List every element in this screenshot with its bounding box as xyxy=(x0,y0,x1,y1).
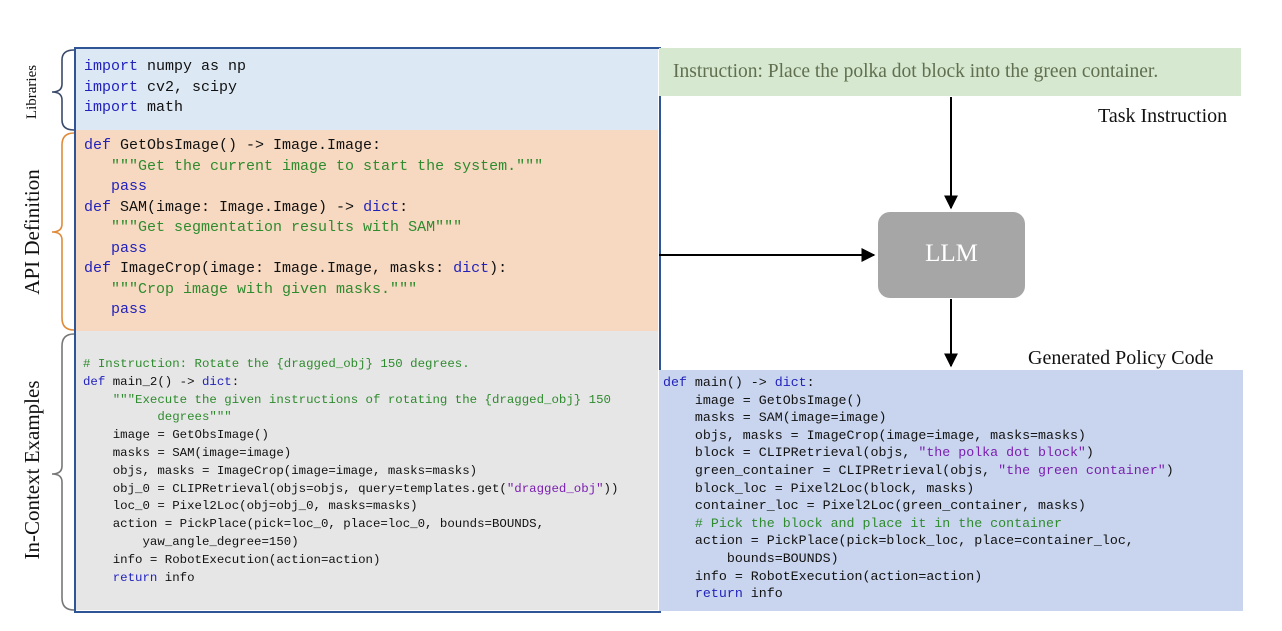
prompt-frame xyxy=(74,47,661,613)
code-token: info xyxy=(742,586,783,602)
code-line: # Pick the block and place it in the con… xyxy=(663,515,1174,533)
generated-policy-code: def main() -> dict: image = GetObsImage(… xyxy=(663,374,1174,603)
code-token: ) xyxy=(1165,462,1174,478)
code-line: block = CLIPRetrieval(objs, "the polka d… xyxy=(663,444,1174,462)
code-token: main() -> xyxy=(686,375,775,390)
code-token: dict xyxy=(774,375,807,390)
code-line: def main() -> dict: xyxy=(663,374,1174,392)
code-token: "the green container" xyxy=(998,462,1166,478)
libraries-brace xyxy=(51,49,75,131)
task-instruction-label: Task Instruction xyxy=(1098,105,1228,127)
code-line: objs, masks = ImageCrop(image=image, mas… xyxy=(663,427,1174,445)
in-context-examples-label: In-Context Examples xyxy=(20,380,44,560)
code-token: green_container = CLIPRetrieval(objs, xyxy=(663,462,999,478)
code-line: action = PickPlace(pick=block_loc, place… xyxy=(663,532,1174,550)
libraries-label: Libraries xyxy=(24,64,40,120)
code-line: block_loc = Pixel2Loc(block, masks) xyxy=(663,480,1174,498)
llm-label: LLM xyxy=(925,240,978,267)
api-brace xyxy=(51,132,75,331)
code-line: image = GetObsImage() xyxy=(663,392,1174,410)
code-token: action = PickPlace(pick=block_loc, place… xyxy=(663,533,1134,549)
instruction-bar: Instruction: Place the polka dot block i… xyxy=(659,48,1241,96)
code-line: green_container = CLIPRetrieval(objs, "t… xyxy=(663,462,1174,480)
code-token: objs, masks = ImageCrop(image=image, mas… xyxy=(663,427,1086,443)
examples-brace xyxy=(51,333,75,611)
instruction-text: Instruction: Place the polka dot block i… xyxy=(673,61,1159,82)
code-token: block = CLIPRetrieval(objs, xyxy=(663,445,919,461)
code-token: bounds=BOUNDS) xyxy=(663,550,839,566)
code-line: return info xyxy=(663,585,1174,603)
api-definition-label: API Definition xyxy=(20,169,44,295)
code-token: masks = SAM(image=image) xyxy=(663,410,887,426)
llm-box: LLM xyxy=(878,212,1025,298)
code-token: info = RobotExecution(action=action) xyxy=(663,568,983,584)
code-token: image = GetObsImage() xyxy=(663,392,863,408)
code-line: info = RobotExecution(action=action) xyxy=(663,568,1174,586)
code-token: : xyxy=(806,375,815,390)
generated-policy-code-panel: def main() -> dict: image = GetObsImage(… xyxy=(659,370,1243,611)
code-token: block_loc = Pixel2Loc(block, masks) xyxy=(663,480,975,496)
code-line: bounds=BOUNDS) xyxy=(663,550,1174,568)
code-line: container_loc = Pixel2Loc(green_containe… xyxy=(663,497,1174,515)
code-token: return xyxy=(694,586,743,602)
code-token: container_loc = Pixel2Loc(green_containe… xyxy=(663,498,1086,514)
code-token: def xyxy=(663,375,687,390)
code-token: ) xyxy=(1085,445,1094,461)
code-line: masks = SAM(image=image) xyxy=(663,409,1174,427)
code-token: "the polka dot block" xyxy=(918,445,1086,461)
code-token: # Pick the block and place it in the con… xyxy=(694,515,1062,531)
generated-policy-code-label: Generated Policy Code xyxy=(1028,347,1214,369)
